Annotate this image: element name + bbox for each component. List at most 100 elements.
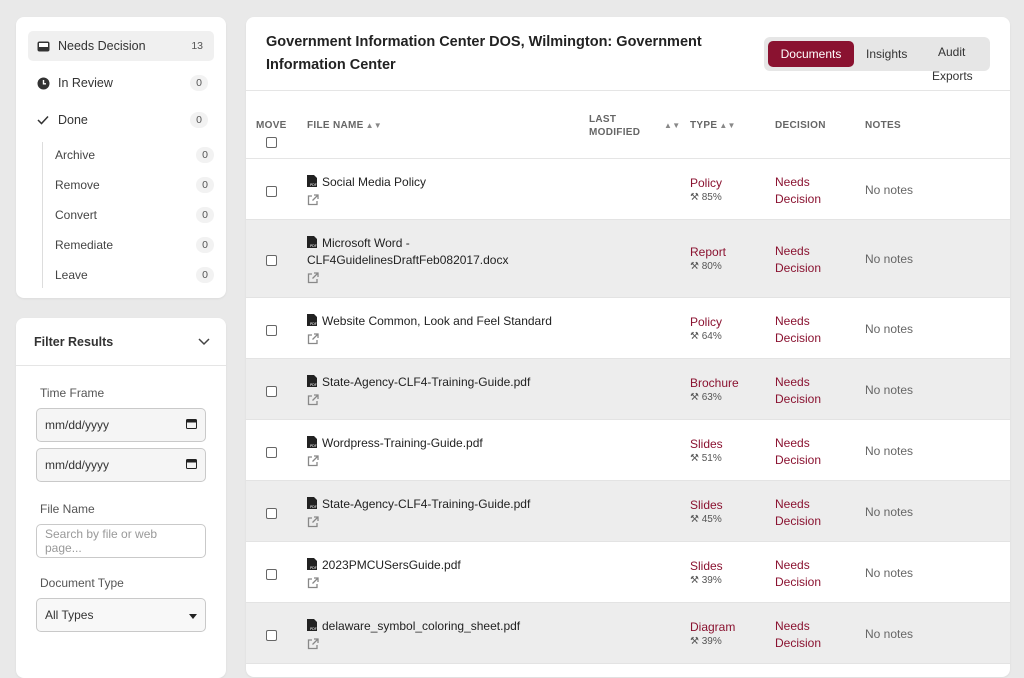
file-name-link[interactable]: Wordpress-Training-Guide.pdf <box>322 436 483 450</box>
decision-cell[interactable]: Needs Decision <box>775 313 845 347</box>
select-all-checkbox[interactable] <box>266 137 277 151</box>
decision-cell[interactable]: Needs Decision <box>775 557 845 591</box>
file-name-cell: PDF Website Common, Look and Feel Standar… <box>307 313 567 345</box>
confidence: ⚒ 85% <box>690 192 722 203</box>
magic-wand-icon: ⚒ <box>690 391 699 403</box>
decision-cell[interactable]: Needs Decision <box>775 243 845 277</box>
sort-icon[interactable]: ▲▼ <box>662 120 680 131</box>
row-checkbox[interactable] <box>266 323 277 341</box>
table-row[interactable]: PDF Wordpress-Training-Guide.pdf Slides ⚒ 5… <box>246 420 1010 481</box>
document-type-label: Diagram <box>690 619 736 634</box>
external-link-icon[interactable] <box>307 333 319 345</box>
status-in-review[interactable]: In Review 0 <box>28 68 214 98</box>
type-cell: Report ⚒ 80% <box>690 245 726 272</box>
row-checkbox[interactable] <box>266 567 277 585</box>
confidence: ⚒ 39% <box>690 636 735 647</box>
status-archive[interactable]: Archive 0 <box>49 142 214 168</box>
external-link-icon[interactable] <box>307 194 319 206</box>
row-checkbox[interactable] <box>266 506 277 524</box>
search-placeholder: Search by file or web page... <box>45 527 158 555</box>
file-search-input[interactable]: Search by file or web page... <box>36 524 206 558</box>
file-name-label: File Name <box>40 502 95 516</box>
row-checkbox[interactable] <box>266 384 277 402</box>
calendar-icon[interactable] <box>186 458 197 472</box>
magic-wand-icon: ⚒ <box>690 635 699 647</box>
status-needs-decision[interactable]: Needs Decision 13 <box>28 31 214 61</box>
file-name-link[interactable]: Social Media Policy <box>322 175 426 189</box>
filter-header[interactable]: Filter Results <box>16 318 226 366</box>
magic-wand-icon: ⚒ <box>690 574 699 586</box>
external-link-icon[interactable] <box>307 272 319 284</box>
confidence-value: 39% <box>701 635 722 647</box>
notes-cell: No notes <box>865 443 914 458</box>
tab-insights[interactable]: Insights <box>866 47 907 61</box>
decision-cell[interactable]: Needs Decision <box>775 174 845 208</box>
col-file-name[interactable]: FILE NAME ▲▼ <box>307 120 382 131</box>
file-name-cell: PDF State-Agency-CLF4-Training-Guide.pdf <box>307 496 567 528</box>
count-badge: 0 <box>196 267 214 283</box>
tab-exports[interactable]: Exports <box>932 69 973 83</box>
table-row[interactable]: PDF delaware_symbol_coloring_sheet.pdf Dia… <box>246 603 1010 664</box>
confidence: ⚒ 63% <box>690 392 739 403</box>
col-label: FILE NAME <box>307 120 364 131</box>
end-date-input[interactable]: mm/dd/yyyy <box>36 448 206 482</box>
status-remove[interactable]: Remove 0 <box>49 172 214 198</box>
pdf-file-icon: PDF <box>307 558 318 570</box>
calendar-icon[interactable] <box>186 418 197 432</box>
file-name-link[interactable]: delaware_symbol_coloring_sheet.pdf <box>322 619 520 633</box>
date-placeholder: mm/dd/yyyy <box>45 418 110 432</box>
table-row[interactable]: PDF State-Agency-CLF4-Training-Guide.pdf B… <box>246 359 1010 420</box>
row-checkbox[interactable] <box>266 253 277 271</box>
status-convert[interactable]: Convert 0 <box>49 202 214 228</box>
confidence: ⚒ 51% <box>690 453 723 464</box>
pdf-file-icon: PDF <box>307 619 318 631</box>
document-type-label: Slides <box>690 497 723 512</box>
col-move: MOVE <box>256 120 287 131</box>
start-date-input[interactable]: mm/dd/yyyy <box>36 408 206 442</box>
col-type[interactable]: TYPE ▲▼ <box>690 120 736 131</box>
filter-panel: Filter Results Time Frame mm/dd/yyyy mm/… <box>16 318 226 678</box>
external-link-icon[interactable] <box>307 394 319 406</box>
decision-cell[interactable]: Needs Decision <box>775 618 845 652</box>
file-name-link[interactable]: Microsoft Word - CLF4GuidelinesDraftFeb0… <box>307 236 508 267</box>
file-name-link[interactable]: State-Agency-CLF4-Training-Guide.pdf <box>322 375 530 389</box>
external-link-icon[interactable] <box>307 577 319 589</box>
decision-cell[interactable]: Needs Decision <box>775 374 845 408</box>
confidence: ⚒ 80% <box>690 261 726 272</box>
type-cell: Slides ⚒ 51% <box>690 437 723 464</box>
decision-cell[interactable]: Needs Decision <box>775 496 845 530</box>
magic-wand-icon: ⚒ <box>690 330 699 342</box>
external-link-icon[interactable] <box>307 455 319 467</box>
file-name-link[interactable]: State-Agency-CLF4-Training-Guide.pdf <box>322 497 530 511</box>
main-header: Government Information Center DOS, Wilmi… <box>246 17 1010 91</box>
row-checkbox[interactable] <box>266 445 277 463</box>
confidence: ⚒ 45% <box>690 514 723 525</box>
confidence-value: 63% <box>701 391 722 403</box>
notes-cell: No notes <box>865 252 914 266</box>
sort-icon[interactable]: ▲▼ <box>366 121 382 130</box>
file-name-link[interactable]: 2023PMCUSersGuide.pdf <box>322 558 461 572</box>
row-checkbox[interactable] <box>266 184 277 202</box>
status-leave[interactable]: Leave 0 <box>49 262 214 288</box>
col-last-modified[interactable]: LAST MODIFIED <box>589 113 649 139</box>
svg-text:PDF: PDF <box>310 627 317 631</box>
table-row[interactable]: PDF Social Media Policy Policy ⚒ 85% Needs D… <box>246 159 1010 220</box>
sort-icon[interactable]: ▲▼ <box>719 121 735 130</box>
svg-text:PDF: PDF <box>310 322 317 326</box>
chevron-down-icon[interactable] <box>198 335 210 349</box>
status-remediate[interactable]: Remediate 0 <box>49 232 214 258</box>
status-done[interactable]: Done 0 <box>28 105 214 135</box>
tab-documents[interactable]: Documents <box>768 41 854 67</box>
document-type-select[interactable]: All Types <box>36 598 206 632</box>
decision-cell[interactable]: Needs Decision <box>775 435 845 469</box>
table-row[interactable]: PDF 2023PMCUSersGuide.pdf Slides ⚒ 39% Needs… <box>246 542 1010 603</box>
external-link-icon[interactable] <box>307 516 319 528</box>
external-link-icon[interactable] <box>307 638 319 650</box>
tab-audit[interactable]: Audit <box>938 45 965 59</box>
table-row[interactable]: PDF Microsoft Word - CLF4GuidelinesDraftF… <box>246 220 1010 298</box>
notes-cell: No notes <box>865 182 914 197</box>
table-row[interactable]: PDF State-Agency-CLF4-Training-Guide.pdf S… <box>246 481 1010 542</box>
row-checkbox[interactable] <box>266 628 277 646</box>
file-name-link[interactable]: Website Common, Look and Feel Standard <box>322 314 552 328</box>
table-row[interactable]: PDF Website Common, Look and Feel Standar… <box>246 298 1010 359</box>
